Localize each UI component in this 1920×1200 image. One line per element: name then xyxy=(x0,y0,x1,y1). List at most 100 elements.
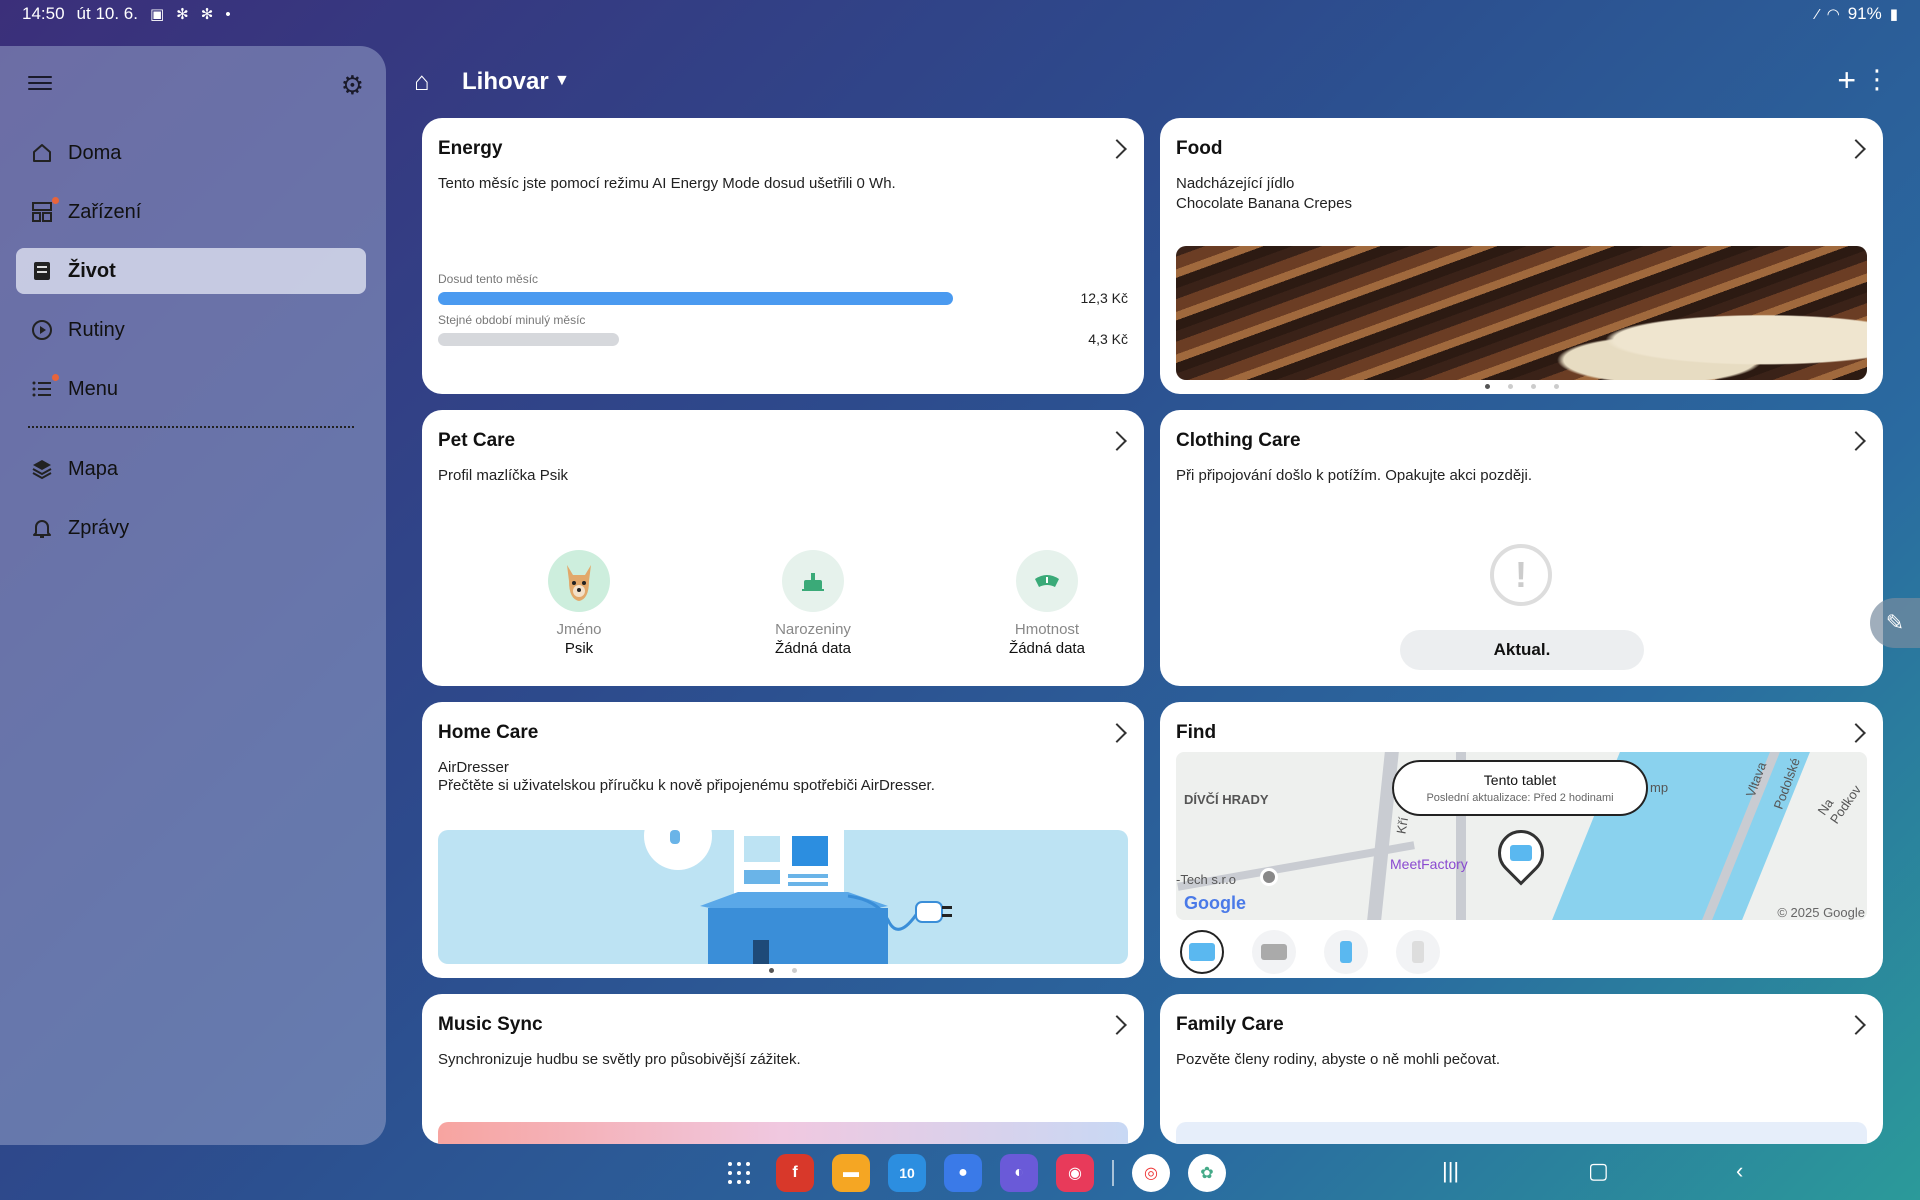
status-bar: 14:50 út 10. 6. ▣ ✻ ✻ • ⁄ ◠ 91% ▮ xyxy=(0,0,1920,28)
phone-device-icon[interactable] xyxy=(1324,930,1368,974)
map-poi: MeetFactory xyxy=(1390,856,1468,872)
scale-icon xyxy=(1016,550,1078,612)
clothing-care-card[interactable]: Clothing Care Při připojování došlo k po… xyxy=(1160,410,1883,686)
carousel-pager xyxy=(1160,384,1883,389)
recent-apps-icon[interactable]: ||| xyxy=(1442,1158,1459,1184)
chevron-right-icon[interactable] xyxy=(1107,1015,1127,1035)
last-month-bar xyxy=(438,333,619,346)
sidebar-item-doma[interactable]: Doma xyxy=(16,130,366,176)
browser-app-icon[interactable]: ◐ xyxy=(1000,1154,1038,1192)
card-title: Home Care xyxy=(438,722,539,743)
card-title: Family Care xyxy=(1176,1014,1284,1035)
smart-home-icon: ⌂ xyxy=(414,66,430,96)
flipboard-app-icon[interactable]: f xyxy=(776,1154,814,1192)
sidebar-item-zarizeni[interactable]: Zařízení xyxy=(16,189,366,235)
food-image[interactable] xyxy=(1176,246,1867,380)
home-care-device: AirDresser xyxy=(438,759,509,776)
music-sync-card[interactable]: Music Sync Synchronizuje hudbu se světly… xyxy=(422,994,1144,1144)
battery-icon: ▮ xyxy=(1889,6,1898,23)
notification-badge xyxy=(52,197,59,204)
card-title: Pet Care xyxy=(438,430,516,451)
refresh-button[interactable]: Aktual. xyxy=(1400,630,1644,670)
hamburger-menu-icon[interactable] xyxy=(28,72,52,94)
pet-field-value: Žádná data xyxy=(1009,640,1085,657)
tablet-location-marker[interactable] xyxy=(1488,820,1554,886)
pet-field-value: Psik xyxy=(564,640,594,657)
sidebar-item-zivot[interactable]: Život xyxy=(16,248,366,294)
home-button-icon[interactable]: ▢ xyxy=(1588,1158,1609,1184)
sidebar-item-menu[interactable]: Menu xyxy=(16,366,366,412)
home-care-message: Přečtěte si uživatelskou příručku k nově… xyxy=(438,777,935,794)
chevron-right-icon[interactable] xyxy=(1846,1015,1866,1035)
sidebar-item-zpravy[interactable]: Zprávy xyxy=(16,505,366,551)
family-care-text: Pozvěte členy rodiny, abyste o ně mohli … xyxy=(1176,1051,1501,1068)
find-map[interactable]: DÍVČÍ HRADY MeetFactory -Tech s.r.o Vlta… xyxy=(1176,752,1867,920)
chevron-right-icon[interactable] xyxy=(1107,431,1127,451)
routines-icon xyxy=(30,318,54,342)
airdresser-illustration[interactable] xyxy=(438,830,1128,964)
pet-field-label: Jméno xyxy=(556,621,602,638)
cake-icon xyxy=(782,550,844,612)
camera-app-icon[interactable]: ◉ xyxy=(1056,1154,1094,1192)
family-care-card[interactable]: Family Care Pozvěte členy rodiny, abyste… xyxy=(1160,994,1883,1144)
photos-app-icon[interactable]: ✿ xyxy=(1188,1154,1226,1192)
pet-weight-column: Hmotnost Žádná data xyxy=(987,550,1107,658)
google-logo: Google xyxy=(1184,893,1246,913)
pet-care-card[interactable]: Pet Care Profil mazlíčka Psik Jméno Psik… xyxy=(422,410,1144,686)
caret-down-icon[interactable]: ▼ xyxy=(554,72,570,90)
chevron-right-icon[interactable] xyxy=(1107,139,1127,159)
map-label: -Tech s.r.o xyxy=(1176,872,1236,887)
laptop-device-icon[interactable] xyxy=(1252,930,1296,974)
calendar-app-icon[interactable]: 10 xyxy=(888,1154,926,1192)
food-card[interactable]: Food Nadcházející jídlo Chocolate Banana… xyxy=(1160,118,1883,394)
device-tooltip[interactable]: Tento tablet Poslední aktualizace: Před … xyxy=(1392,760,1648,816)
more-notifications-dot: • xyxy=(225,5,231,23)
map-label: DÍVČÍ HRADY xyxy=(1184,792,1269,807)
clothing-error-text: Při připojování došlo k potížím. Opakujt… xyxy=(1176,467,1533,484)
energy-card[interactable]: Energy Tento měsíc jste pomocí režimu AI… xyxy=(422,118,1144,394)
chevron-right-icon[interactable] xyxy=(1846,431,1866,451)
map-label: Na Podkov xyxy=(1814,782,1865,827)
pet-birthday-column: Narozeniny Žádná data xyxy=(753,550,873,658)
main-header: ⌂ Lihovar ▼ + ⋮ xyxy=(414,60,1890,104)
wifi-icon: ◠ xyxy=(1826,6,1840,23)
status-time: 14:50 xyxy=(22,4,65,23)
add-icon[interactable]: + xyxy=(1837,62,1856,99)
find-card[interactable]: Find DÍVČÍ HRADY MeetFactory -Tech s.r.o… xyxy=(1160,702,1883,978)
card-title: Energy xyxy=(438,138,503,159)
unknown-device-icon[interactable] xyxy=(1396,930,1440,974)
sidebar-divider xyxy=(28,426,354,428)
status-date: út 10. 6. xyxy=(76,4,138,23)
sidebar-item-label: Zařízení xyxy=(68,200,142,223)
back-icon[interactable]: ‹ xyxy=(1736,1158,1743,1184)
chevron-right-icon[interactable] xyxy=(1107,723,1127,743)
home-care-card[interactable]: Home Care AirDresser Přečtěte si uživate… xyxy=(422,702,1144,978)
pet-field-label: Hmotnost xyxy=(1014,621,1080,638)
settings-gear-icon[interactable]: ⚙ xyxy=(341,70,364,101)
pet-name-column: Jméno Psik xyxy=(519,550,639,658)
chevron-right-icon[interactable] xyxy=(1846,723,1866,743)
bar-value: 4,3 Kč xyxy=(1088,331,1128,347)
taskbar-separator xyxy=(1112,1160,1114,1186)
sidebar-item-label: Zprávy xyxy=(68,516,130,539)
files-app-icon[interactable]: ▬ xyxy=(832,1154,870,1192)
chevron-right-icon[interactable] xyxy=(1846,139,1866,159)
home-title[interactable]: Lihovar xyxy=(462,68,549,96)
sidebar-item-rutiny[interactable]: Rutiny xyxy=(16,307,366,353)
more-options-icon[interactable]: ⋮ xyxy=(1864,64,1890,95)
sidebar: ⚙ Doma Zařízení Život Rutiny Menu Mapa Z… xyxy=(0,46,386,1145)
messages-app-icon[interactable]: ● xyxy=(944,1154,982,1192)
device-selector xyxy=(1180,930,1440,974)
gallery-notification-icon: ▣ xyxy=(149,6,165,23)
edit-pencil-icon[interactable]: ✎ xyxy=(1870,598,1920,648)
bar-label: Stejné období minulý měsíc xyxy=(438,313,586,327)
food-recipe-name: Chocolate Banana Crepes xyxy=(1176,195,1352,212)
sidebar-item-label: Menu xyxy=(68,377,119,400)
app-drawer-icon[interactable] xyxy=(720,1154,758,1192)
sidebar-item-mapa[interactable]: Mapa xyxy=(16,446,366,492)
battery-level: 91% xyxy=(1847,4,1882,23)
chrome-app-icon[interactable]: ◎ xyxy=(1132,1154,1170,1192)
notification-badge xyxy=(52,374,59,381)
tablet-device-icon[interactable] xyxy=(1180,930,1224,974)
map-pin-icon xyxy=(1260,868,1278,886)
